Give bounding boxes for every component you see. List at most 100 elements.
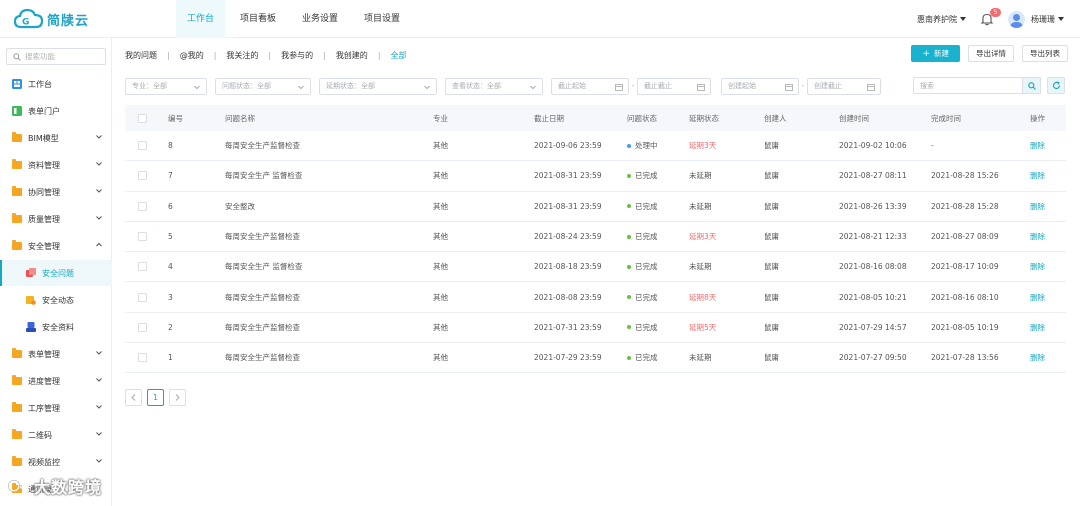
tab-followed[interactable]: 我关注的 [226, 50, 258, 61]
cell-issue-status: 已完成 [627, 192, 658, 221]
cell-no: 5 [168, 232, 173, 242]
tab-created[interactable]: 我创建的 [336, 50, 368, 61]
table-row[interactable]: 8 每周安全生产监督检查 其他 2021-09-06 23:59 处理中 延期3天 鼠庸 20… [125, 131, 1066, 162]
tab-participated[interactable]: 我参与的 [281, 50, 313, 61]
table-row[interactable]: 4 每周安全生产 监督检查 其他 2021-08-18 23:59 已完成 未延期 鼠庸 20… [125, 252, 1066, 283]
sidebar-item-form-portal[interactable]: 表单门户 [0, 98, 112, 124]
sidebar-item-bim[interactable]: BIM模型 [0, 125, 112, 151]
checkbox[interactable] [138, 113, 147, 123]
delete-link[interactable]: 删除 [1030, 313, 1045, 342]
folder-icon [12, 348, 22, 358]
delete-link[interactable]: 删除 [1030, 343, 1045, 372]
table-row[interactable]: 2 每周安全生产监督检查 其他 2021-07-31 23:59 已完成 延期5天 鼠庸 20… [125, 313, 1066, 344]
search-input[interactable]: 搜索 [913, 77, 1023, 94]
org-name: 惠南养护院 [917, 14, 957, 24]
sidebar-item-safety[interactable]: 安全管理 [0, 233, 112, 259]
cell-name: 每周安全生产监督检查 [225, 141, 300, 151]
tab-mentioned[interactable]: @我的 [180, 50, 204, 61]
select-all-checkbox[interactable] [138, 105, 147, 131]
toolbar-actions: + 新建 导出详情 导出列表 [903, 45, 1068, 62]
avatar[interactable] [1008, 10, 1025, 28]
org-switcher[interactable]: 惠南养护院 [917, 14, 966, 25]
sidebar-item-safety-issues[interactable]: 安全问题 [0, 260, 112, 286]
user-name: 杨珊珊 [1031, 14, 1055, 24]
cell-no: 7 [168, 171, 173, 181]
deadline-end-input[interactable]: 截止截止 [637, 77, 711, 95]
cell-created: 2021-08-26 13:39 [839, 201, 907, 211]
brand-logo[interactable]: G 简牍云 [14, 8, 89, 30]
new-button[interactable]: + 新建 [911, 45, 960, 62]
row-checkbox[interactable] [138, 171, 147, 181]
topnav-workbench[interactable]: 工作台 [176, 0, 226, 38]
row-checkbox[interactable] [138, 292, 147, 302]
table-row[interactable]: 3 每周安全生产监督检查 其他 2021-08-08 23:59 已完成 延期8天 鼠庸 20… [125, 282, 1066, 313]
sidebar-item-safety-docs[interactable]: 安全资料 [0, 314, 112, 340]
view-status-select[interactable]: 查看状态：全部 [445, 77, 543, 95]
table-row[interactable]: 7 每周安全生产 监督检查 其他 2021-08-31 23:59 已完成 未延期 鼠庸 20… [125, 161, 1066, 192]
row-checkbox[interactable] [138, 262, 147, 272]
row-checkbox[interactable] [138, 353, 147, 363]
delete-link[interactable]: 删除 [1030, 222, 1045, 251]
table-row[interactable]: 1 每周安全生产监督检查 其他 2021-07-29 23:59 已完成 未延期 鼠庸 202… [125, 343, 1066, 374]
tab-my-issues[interactable]: 我的问题 [125, 50, 157, 61]
prev-page-button[interactable] [125, 389, 142, 406]
major-select[interactable]: 专业：全部 [125, 77, 207, 95]
tab-all[interactable]: 全部 [391, 50, 407, 61]
issue-tabs: 我的问题 | @我的 | 我关注的 | 我参与的 | 我创建的 | 全部 [125, 48, 407, 62]
cell-major: 其他 [433, 262, 448, 272]
cell-creator: 鼠庸 [764, 353, 779, 363]
table-row[interactable]: 6 安全整改 其他 2021-08-31 23:59 已完成 未延期 鼠庸 2021-08-2… [125, 192, 1066, 222]
sidebar-item-progress[interactable]: 进度管理 [0, 368, 112, 394]
refresh-button[interactable] [1047, 77, 1065, 94]
next-page-button[interactable] [169, 389, 186, 406]
row-checkbox[interactable] [138, 141, 147, 151]
sidebar-item-qrcode[interactable]: 二维码 [0, 422, 112, 448]
created-start-input[interactable]: 创建起始 [721, 77, 799, 95]
topnav-business-settings[interactable]: 业务设置 [291, 0, 349, 38]
row-checkbox[interactable] [138, 201, 147, 211]
cell-created: 2021-08-21 12:33 [839, 232, 907, 242]
sidebar: 搜索功能 工作台 表单门户 BIM模型 资料管理 协同管理 质量管理 安全管理 … [0, 38, 112, 506]
delete-link[interactable]: 删除 [1030, 131, 1045, 160]
delete-link[interactable]: 删除 [1030, 161, 1045, 190]
created-end-input[interactable]: 创建截止 [807, 77, 881, 95]
user-menu[interactable]: 杨珊珊 [1031, 14, 1064, 25]
topnav-project-settings[interactable]: 项目设置 [353, 0, 411, 38]
issue-status-select[interactable]: 问题状态：全部 [215, 77, 311, 95]
delete-link[interactable]: 删除 [1030, 192, 1045, 221]
notification-button[interactable]: 5 [980, 8, 1001, 26]
sidebar-search-input[interactable]: 搜索功能 [6, 48, 106, 65]
row-checkbox[interactable] [138, 232, 147, 242]
status-text: 已完成 [635, 262, 658, 272]
status-text: 已完成 [635, 232, 658, 242]
deadline-start-input[interactable]: 截止起始 [551, 77, 629, 95]
sidebar-item-quality[interactable]: 质量管理 [0, 206, 112, 232]
cell-created: 2021-08-27 08:11 [839, 171, 907, 181]
search-button[interactable] [1023, 77, 1041, 94]
export-detail-button[interactable]: 导出详情 [968, 45, 1014, 62]
sidebar-item-collaboration[interactable]: 协同管理 [0, 179, 112, 205]
export-list-button[interactable]: 导出列表 [1022, 45, 1068, 62]
sidebar-item-workbench[interactable]: 工作台 [0, 71, 112, 97]
sidebar-item-process[interactable]: 工序管理 [0, 395, 112, 421]
status-dot-icon [627, 355, 631, 360]
page-1-button[interactable]: 1 [147, 389, 164, 406]
header-finished: 完成时间 [931, 113, 961, 123]
topnav-project-board[interactable]: 项目看板 [229, 0, 287, 38]
delete-link[interactable]: 删除 [1030, 282, 1045, 311]
cell-no: 1 [168, 353, 173, 363]
cell-finished: 2021-08-16 08:10 [931, 292, 999, 302]
delete-link[interactable]: 删除 [1030, 252, 1045, 281]
table-row[interactable]: 5 每周安全生产监督检查 其他 2021-08-24 23:59 已完成 延期3天 鼠庸 20… [125, 222, 1066, 253]
folder-icon [12, 375, 22, 385]
sidebar-item-safety-news[interactable]: 安全动态 [0, 287, 112, 313]
cloud-logo-icon: G [14, 8, 44, 29]
sidebar-item-documents[interactable]: 资料管理 [0, 152, 112, 178]
row-checkbox[interactable] [138, 322, 147, 332]
cell-deadline: 2021-08-24 23:59 [534, 232, 602, 242]
delay-status-select[interactable]: 延期状态：全部 [319, 77, 437, 95]
cell-no: 6 [168, 201, 173, 211]
sidebar-item-video[interactable]: 视频监控 [0, 449, 112, 475]
sidebar-item-forms[interactable]: 表单管理 [0, 341, 112, 367]
cell-created: 2021-07-29 14:57 [839, 322, 907, 332]
